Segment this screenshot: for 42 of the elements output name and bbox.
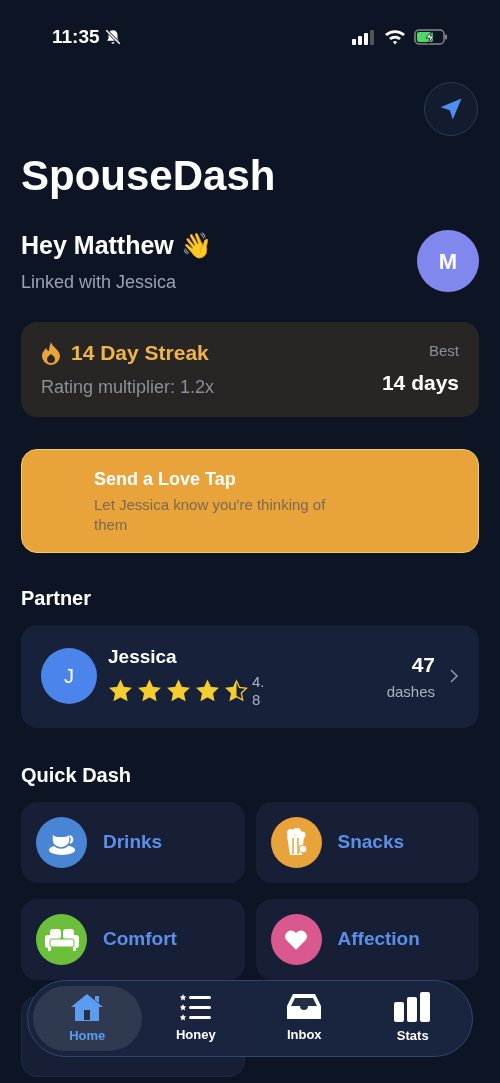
signal-icon	[352, 29, 376, 45]
greeting-heading: Hey Matthew 👋	[21, 230, 212, 261]
star-icon	[137, 679, 162, 704]
best-streak-value: 14 days	[381, 369, 459, 396]
quick-dash-tile[interactable]: Comfort	[21, 898, 245, 980]
clock-time: 11:35	[52, 24, 100, 49]
streak-title: 14 Day Streak	[71, 339, 209, 366]
rating-value: 4.8	[252, 673, 265, 710]
tab[interactable]: Inbox	[250, 986, 359, 1051]
partner-card[interactable]: J Jessica 4.8 47 dashes	[21, 624, 479, 728]
star-icon	[108, 679, 133, 704]
love-tap-title: Send a Love Tap	[94, 468, 237, 491]
partner-name: Jessica	[108, 644, 178, 669]
quick-dash-tile[interactable]: Snacks	[255, 801, 479, 883]
battery-charging-icon	[414, 29, 448, 45]
tab[interactable]: Honey	[141, 986, 250, 1051]
app-title: SpouseDash	[21, 155, 277, 197]
partner-heading: Partner	[21, 585, 93, 611]
sofa-icon	[43, 926, 80, 952]
send-button[interactable]	[424, 82, 478, 136]
linked-partner-text: Linked with Jessica	[21, 270, 178, 294]
love-tap-subtitle: Let Jessica know you're thinking of them	[94, 495, 327, 535]
best-label: Best	[428, 341, 459, 361]
star-icon	[224, 679, 249, 704]
quick-dash-tile[interactable]: Affection	[255, 898, 479, 980]
star-icon	[195, 679, 220, 704]
dash-count-label: dashes	[386, 681, 435, 702]
user-avatar[interactable]: M	[417, 230, 479, 293]
bar-chart-icon	[393, 991, 432, 1022]
quick-dash-heading: Quick Dash	[21, 762, 133, 788]
tab[interactable]: Stats	[358, 986, 467, 1051]
partner-avatar: J	[41, 648, 97, 704]
rating-multiplier-text: Rating multiplier: 1.2x	[41, 376, 215, 400]
inbox-tray-icon	[286, 992, 323, 1021]
chevron-right-icon	[449, 668, 459, 684]
tab[interactable]: Home	[33, 986, 142, 1051]
star-icon	[166, 679, 191, 704]
dash-count: 47	[410, 652, 435, 678]
star-list-icon	[179, 992, 212, 1021]
flame-icon	[41, 340, 61, 365]
quick-dash-tile[interactable]: Drinks	[21, 801, 245, 883]
wifi-icon	[384, 29, 406, 45]
